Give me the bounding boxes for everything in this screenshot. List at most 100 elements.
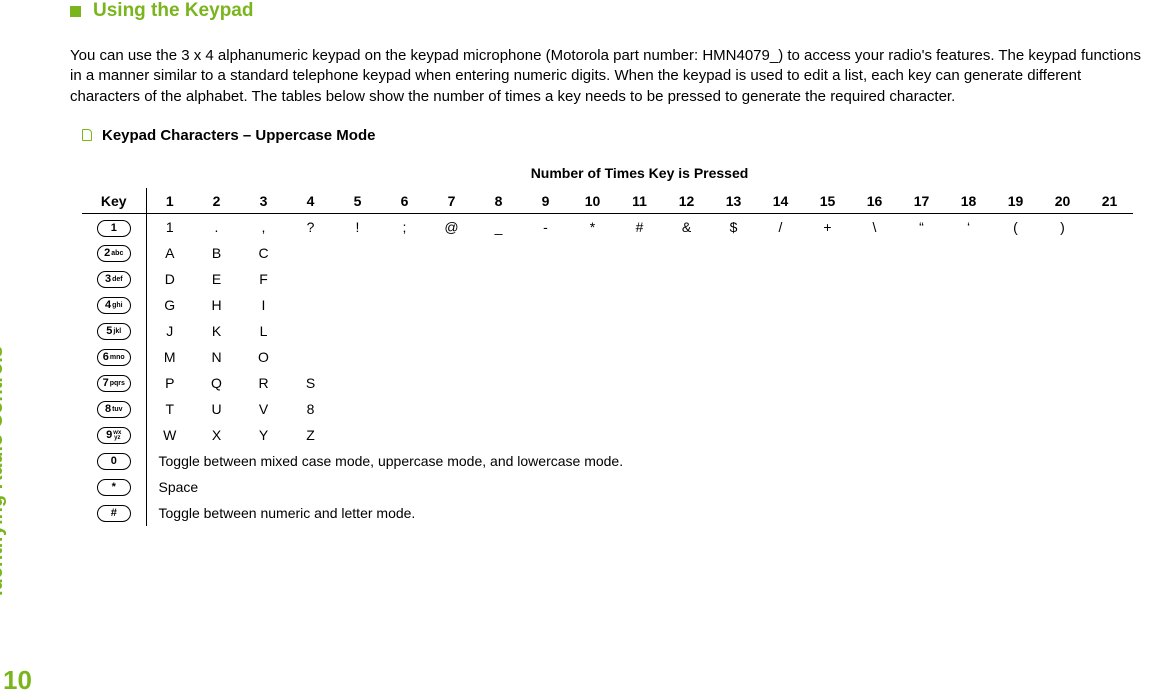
char-cell: [569, 318, 616, 344]
char-cell: [475, 396, 522, 422]
keycap-icon: *: [97, 479, 131, 496]
char-cell: Q: [193, 370, 240, 396]
char-cell: [428, 396, 475, 422]
char-cell: *: [569, 214, 616, 240]
char-cell: [945, 344, 992, 370]
char-cell: [1086, 396, 1133, 422]
key-header: Key: [82, 188, 146, 214]
char-cell: [334, 344, 381, 370]
char-cell: [475, 240, 522, 266]
char-cell: ,: [240, 214, 287, 240]
char-cell: [663, 396, 710, 422]
char-cell: [992, 422, 1039, 448]
char-cell: W: [146, 422, 193, 448]
char-cell: &: [663, 214, 710, 240]
char-cell: [663, 292, 710, 318]
char-cell: [804, 292, 851, 318]
char-cell: F: [240, 266, 287, 292]
char-cell: [804, 318, 851, 344]
key-cell: 9wxyz: [82, 422, 146, 448]
char-cell: [710, 266, 757, 292]
char-cell: [428, 266, 475, 292]
char-cell: T: [146, 396, 193, 422]
char-cell: [945, 240, 992, 266]
keypad-table: Number of Times Key is Pressed Key 12345…: [82, 162, 1133, 526]
char-cell: [757, 318, 804, 344]
char-cell: [381, 266, 428, 292]
char-cell: [851, 318, 898, 344]
char-cell: [381, 370, 428, 396]
section-intro: You can use the 3 x 4 alphanumeric keypa…: [70, 46, 1155, 107]
char-cell: [616, 292, 663, 318]
subsection-title: Keypad Characters – Uppercase Mode: [82, 127, 1155, 144]
char-cell: [616, 396, 663, 422]
char-cell: [334, 266, 381, 292]
char-cell: K: [193, 318, 240, 344]
char-cell: [475, 344, 522, 370]
column-header: 20: [1039, 188, 1086, 214]
char-cell: [1086, 292, 1133, 318]
char-cell: U: [193, 396, 240, 422]
char-cell: [1086, 214, 1133, 240]
keycap-icon: #: [97, 505, 131, 522]
char-cell: [710, 370, 757, 396]
table-row: 3defDEF: [82, 266, 1133, 292]
column-header: 15: [804, 188, 851, 214]
char-cell: [992, 240, 1039, 266]
char-cell: [757, 292, 804, 318]
char-cell: [569, 396, 616, 422]
column-header: 17: [898, 188, 945, 214]
char-cell: ?: [287, 214, 334, 240]
char-cell: [287, 240, 334, 266]
column-header: 3: [240, 188, 287, 214]
char-cell: [381, 292, 428, 318]
char-cell: [475, 370, 522, 396]
char-cell: \: [851, 214, 898, 240]
table-row: 11.,?!;@_-*#&$/+\“‘(): [82, 214, 1133, 240]
super-header: Number of Times Key is Pressed: [146, 162, 1133, 188]
char-cell: [569, 422, 616, 448]
sidebar-section-label: Identifying Radio Controls: [0, 346, 8, 596]
blank-header: [82, 162, 146, 188]
char-cell: C: [240, 240, 287, 266]
char-cell: [522, 240, 569, 266]
char-cell: I: [240, 292, 287, 318]
table-row: 0Toggle between mixed case mode, upperca…: [82, 448, 1133, 474]
char-cell: [569, 266, 616, 292]
table-row: 8tuvTUV8: [82, 396, 1133, 422]
char-cell: P: [146, 370, 193, 396]
table-row: 5jklJKL: [82, 318, 1133, 344]
char-cell: [851, 422, 898, 448]
char-cell: [381, 344, 428, 370]
char-cell: [1039, 344, 1086, 370]
column-header: 13: [710, 188, 757, 214]
key-cell: 1: [82, 214, 146, 240]
char-cell: .: [193, 214, 240, 240]
page-icon: [82, 129, 92, 141]
char-cell: [522, 318, 569, 344]
char-cell: [428, 422, 475, 448]
char-cell: /: [757, 214, 804, 240]
char-cell: [616, 344, 663, 370]
char-cell: [804, 370, 851, 396]
char-cell: [1086, 266, 1133, 292]
char-cell: O: [240, 344, 287, 370]
char-cell: [945, 292, 992, 318]
table-row: #Toggle between numeric and letter mode.: [82, 500, 1133, 526]
char-cell: [475, 292, 522, 318]
char-cell: [334, 292, 381, 318]
column-header: 11: [616, 188, 663, 214]
char-cell: [898, 370, 945, 396]
char-cell: [1039, 240, 1086, 266]
char-cell: S: [287, 370, 334, 396]
keycap-icon: 0: [97, 453, 131, 470]
char-cell: [381, 396, 428, 422]
char-cell: [522, 292, 569, 318]
char-cell: [710, 422, 757, 448]
char-cell: [522, 422, 569, 448]
char-cell: [945, 422, 992, 448]
char-cell: [992, 266, 1039, 292]
char-cell: [663, 422, 710, 448]
column-header: 12: [663, 188, 710, 214]
column-header: 5: [334, 188, 381, 214]
